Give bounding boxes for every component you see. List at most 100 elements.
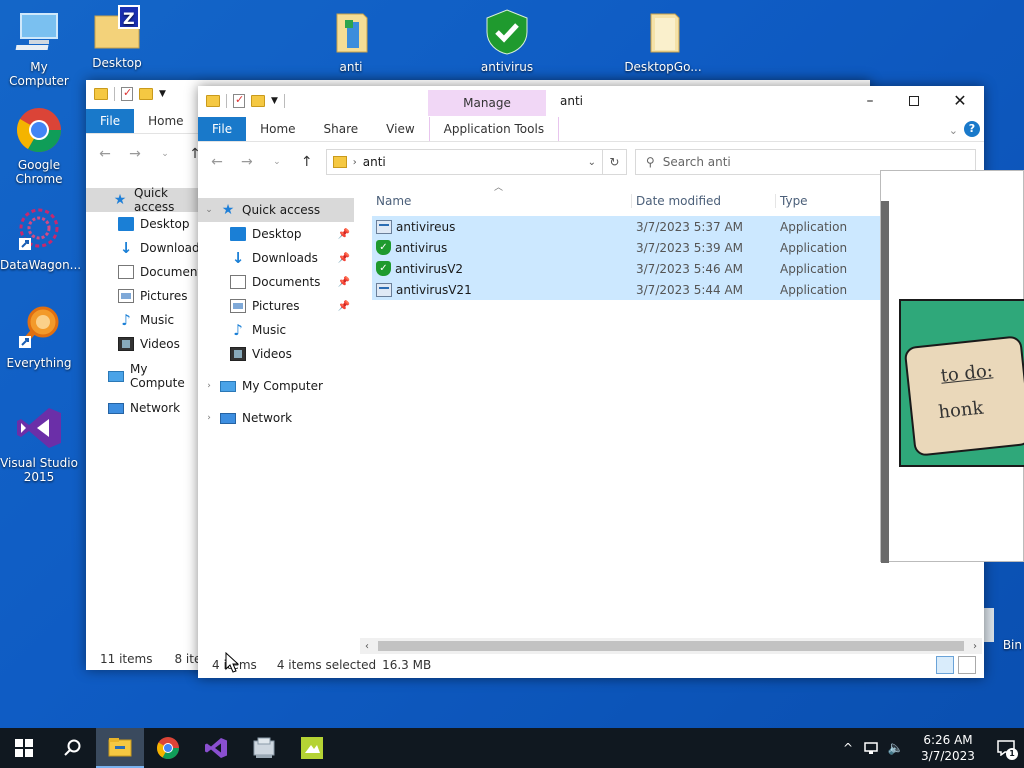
back-arrow-icon[interactable]: ← [94,146,116,162]
ribbon-tabs: File Home Share View Application Tools ⌄… [198,116,984,142]
desktop-icon-visual-studio[interactable]: Visual Studio 2015 [0,404,78,484]
close-button[interactable]: ✕ [936,86,984,116]
visual-studio-icon [205,738,227,758]
tab-file[interactable]: File [86,109,135,133]
tab-home[interactable]: Home [246,117,309,141]
computer-icon [220,380,236,392]
back-arrow-icon[interactable]: ← [206,154,228,170]
nav-label: Desktop [140,217,190,231]
address-box[interactable]: › anti ⌄ [325,149,603,175]
nav-quick-access[interactable]: ★ Quick access [86,186,200,214]
desktop-icon-antivirus[interactable]: antivirus [468,8,546,74]
minimize-button[interactable]: – [848,86,892,116]
new-folder-icon[interactable] [251,95,265,107]
quick-access-toolbar: ▼ [198,93,285,108]
scroll-left-icon[interactable]: ‹ [360,641,374,652]
tab-file[interactable]: File [198,117,247,141]
image-preview-window[interactable]: to do: honk [880,170,1024,563]
up-arrow-icon[interactable]: ↑ [296,154,318,170]
column-header-type[interactable]: Type [776,194,876,208]
nav-downloads[interactable]: ↓ Downloads 📌 [198,246,354,270]
properties-icon[interactable] [233,93,245,108]
app-icon [376,219,392,234]
taskbar-chrome[interactable] [144,728,192,768]
tab-home[interactable]: Home [134,109,197,133]
tab-share[interactable]: Share [310,117,373,141]
volume-icon[interactable]: 🔈 [884,741,908,756]
desktop-icon-desktopgo[interactable]: DesktopGo... [624,8,702,74]
chevron-down-icon[interactable]: ▼ [159,89,166,99]
horizontal-scrollbar[interactable]: ‹ › [360,638,982,654]
search-input[interactable]: Search anti [663,155,731,169]
scroll-right-icon[interactable]: › [968,641,982,652]
notification-center-icon[interactable]: 1 [988,740,1024,760]
desktop-icon-desktop[interactable]: Z Desktop [78,4,156,70]
maximize-button[interactable] [892,86,936,116]
manage-tab-header[interactable]: Manage [428,90,546,116]
nav-my-computer[interactable]: › My Computer [198,374,354,398]
note-line-2: honk [937,397,985,424]
column-header-name[interactable]: Name [372,194,632,208]
desktop-icon-everything[interactable]: Everything [0,304,78,370]
ribbon-expand-chevron-icon[interactable]: ⌄ [949,124,958,137]
nav-videos[interactable]: Videos [86,332,200,356]
explorer-window-anti[interactable]: ▼ Manage anti – ✕ File Home Share View A… [198,86,984,678]
desktop-icon-datawagon[interactable]: DataWagon... [0,206,81,272]
taskbar-app[interactable] [240,728,288,768]
nav-videos[interactable]: Videos [198,342,354,366]
pin-icon[interactable]: 📌 [338,229,350,240]
help-icon[interactable]: ? [964,121,980,137]
scroll-thumb[interactable] [378,641,964,651]
start-button[interactable] [0,728,48,768]
nav-desktop[interactable]: Desktop [86,212,200,236]
recent-chevron-icon[interactable]: ⌄ [154,149,176,159]
nav-documents[interactable]: Documents 📌 [198,270,354,294]
pin-icon[interactable]: 📌 [338,301,350,312]
network-tray-icon[interactable] [860,741,884,755]
taskbar-visual-studio[interactable] [192,728,240,768]
chevron-down-icon[interactable]: ▼ [271,96,278,106]
nav-downloads[interactable]: ↓ Downloads [86,236,206,260]
nav-desktop[interactable]: Desktop 📌 [198,222,354,246]
search-icon [64,739,81,756]
desktop-icon-chrome[interactable]: Google Chrome [0,106,78,186]
pictures-icon [230,299,246,313]
forward-arrow-icon[interactable]: → [124,146,146,162]
properties-icon[interactable] [121,86,133,101]
nav-pictures[interactable]: Pictures 📌 [198,294,354,318]
nav-documents[interactable]: Documents [86,260,208,284]
expand-caret-icon[interactable]: ⌄ [204,205,214,215]
tab-application-tools[interactable]: Application Tools [428,117,560,141]
clock[interactable]: 6:26 AM 3/7/2023 [908,732,988,764]
tab-view[interactable]: View [372,117,428,141]
nav-network[interactable]: Network [86,396,200,420]
search-button[interactable] [48,728,96,768]
large-icons-view-icon[interactable] [958,656,976,674]
desktop-icon-anti[interactable]: anti [312,8,390,74]
forward-arrow-icon[interactable]: → [236,154,258,170]
pin-icon[interactable]: 📌 [338,253,350,264]
expand-caret-icon[interactable]: › [204,413,214,423]
refresh-button[interactable]: ↻ [602,149,627,175]
address-dropdown-icon[interactable]: ⌄ [588,157,596,168]
expand-caret-icon[interactable]: › [204,381,214,391]
taskbar-file-explorer[interactable] [96,728,144,768]
column-header-date[interactable]: Date modified [632,194,776,208]
recent-chevron-icon[interactable]: ⌄ [266,157,288,167]
breadcrumb-separator-icon: › [352,156,357,168]
new-folder-icon[interactable] [139,88,153,100]
pin-icon[interactable]: 📌 [338,277,350,288]
breadcrumb-anti[interactable]: anti [363,155,386,169]
tray-overflow-chevron-icon[interactable]: ^ [836,741,860,755]
desktop-icon-my-computer[interactable]: My Computer [0,8,78,88]
title-bar[interactable]: ▼ Manage anti – ✕ [198,86,984,116]
taskbar-image-viewer[interactable] [288,728,336,768]
nav-music[interactable]: ♪ Music [198,318,354,342]
nav-quick-access[interactable]: ⌄ ★ Quick access [198,198,354,222]
nav-network[interactable]: › Network [198,406,354,430]
nav-music[interactable]: ♪ Music [86,308,200,332]
details-view-icon[interactable] [936,656,954,674]
nav-my-computer[interactable]: My Compute [86,362,200,390]
nav-pictures[interactable]: Pictures [86,284,200,308]
maximize-icon [909,96,919,106]
